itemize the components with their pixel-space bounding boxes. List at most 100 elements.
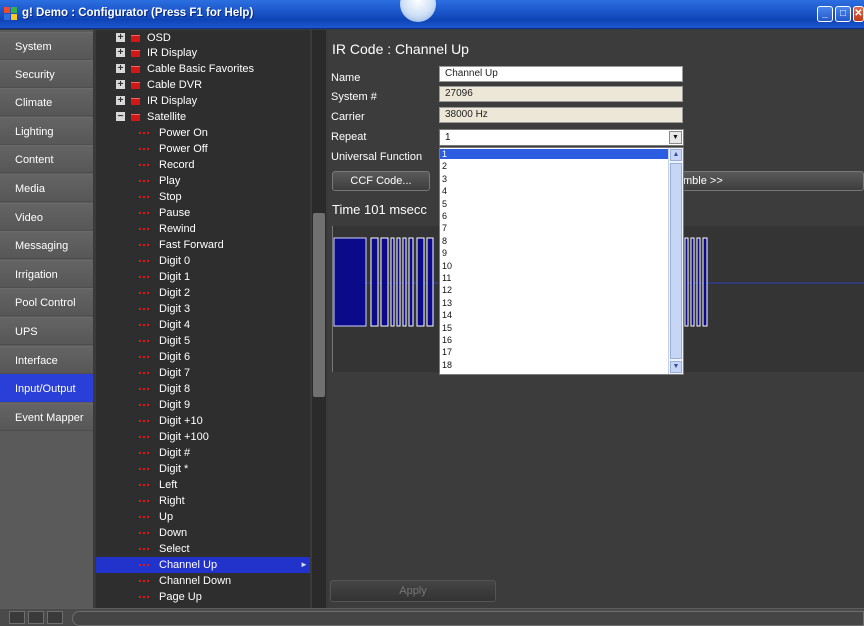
tree-item[interactable]: Power Off xyxy=(96,141,310,157)
tree-item[interactable]: Fast Forward xyxy=(96,237,310,253)
chevron-down-icon[interactable]: ▼ xyxy=(670,361,682,373)
repeat-option[interactable]: 16 xyxy=(440,335,671,345)
tree-item[interactable]: Power On xyxy=(96,125,310,141)
repeat-option[interactable]: 4 xyxy=(440,186,671,196)
chevron-up-icon[interactable]: ▲ xyxy=(670,149,682,161)
repeat-option[interactable]: 12 xyxy=(440,285,671,295)
ir-code-icon xyxy=(139,436,149,438)
tree-folder-satellite[interactable]: − Satellite xyxy=(96,109,310,125)
tree-item[interactable]: Play xyxy=(96,173,310,189)
tree-folder[interactable]: + IR Display xyxy=(96,93,310,109)
expand-icon[interactable]: + xyxy=(116,33,125,43)
tree-item[interactable]: Select xyxy=(96,541,310,557)
tree-folder-label: IR Display xyxy=(147,95,198,107)
repeat-option[interactable]: 10 xyxy=(440,261,671,271)
tree-item[interactable]: Digit # xyxy=(96,445,310,461)
repeat-option[interactable]: 7 xyxy=(440,223,671,233)
nav-item-messaging[interactable]: Messaging xyxy=(0,231,93,259)
nav-item-security[interactable]: Security xyxy=(0,60,93,88)
tree-item[interactable]: Right xyxy=(96,493,310,509)
maximize-button[interactable]: □ xyxy=(835,6,851,22)
status-segment xyxy=(9,611,25,624)
tree-item-selected[interactable]: Channel Up ► xyxy=(96,557,310,573)
tree-item[interactable]: Page Up xyxy=(96,589,310,605)
tree-item[interactable]: Rewind xyxy=(96,221,310,237)
repeat-dropdown-list[interactable]: 1 2 3 4 5 6 7 8 9 10 11 12 13 14 15 16 17 18 ▲ ▼ xyxy=(439,147,684,375)
repeat-option[interactable]: 9 xyxy=(440,248,671,258)
nav-item-media[interactable]: Media xyxy=(0,174,93,202)
expand-arrow-icon: ► xyxy=(300,560,308,569)
expand-icon[interactable]: + xyxy=(116,48,125,58)
expand-icon[interactable]: + xyxy=(116,64,125,74)
tree-item[interactable]: Digit +100 xyxy=(96,429,310,445)
tree-item[interactable]: Digit 0 xyxy=(96,253,310,269)
repeat-option[interactable]: 18 xyxy=(440,360,671,370)
apply-button[interactable]: Apply xyxy=(330,580,496,602)
ir-code-icon xyxy=(139,564,149,566)
tree-item[interactable]: Left xyxy=(96,477,310,493)
repeat-option[interactable]: 8 xyxy=(440,236,671,246)
assemble-button[interactable]: mble >> xyxy=(678,171,864,191)
repeat-option[interactable]: 5 xyxy=(440,199,671,209)
tree-item[interactable]: Digit 8 xyxy=(96,381,310,397)
tree-item[interactable]: Digit 6 xyxy=(96,349,310,365)
tree-item[interactable]: Stop xyxy=(96,189,310,205)
tree-item[interactable]: Up xyxy=(96,509,310,525)
repeat-select[interactable]: 1 ▼ xyxy=(439,129,684,146)
repeat-option[interactable]: 17 xyxy=(440,347,671,357)
repeat-option[interactable]: 13 xyxy=(440,298,671,308)
tree-item[interactable]: Digit 5 xyxy=(96,333,310,349)
expand-icon[interactable]: + xyxy=(116,96,125,106)
tree-folder-label: IR Display xyxy=(147,47,198,59)
tree-folder[interactable]: + Cable Basic Favorites xyxy=(96,61,310,77)
tree-item[interactable]: Digit 7 xyxy=(96,365,310,381)
tree-scroll-thumb[interactable] xyxy=(313,213,325,397)
dropdown-scroll-thumb[interactable] xyxy=(670,163,682,359)
tree-folder[interactable]: + OSD xyxy=(96,30,310,46)
nav-item-climate[interactable]: Climate xyxy=(0,88,93,116)
repeat-option[interactable]: 15 xyxy=(440,323,671,333)
nav-item-video[interactable]: Video xyxy=(0,203,93,231)
tree-item[interactable]: Digit 9 xyxy=(96,397,310,413)
nav-item-event-mapper[interactable]: Event Mapper xyxy=(0,403,93,431)
tree-folder[interactable]: + Cable DVR xyxy=(96,77,310,93)
chevron-down-icon[interactable]: ▼ xyxy=(669,131,682,144)
nav-item-lighting[interactable]: Lighting xyxy=(0,117,93,145)
nav-item-ups[interactable]: UPS xyxy=(0,317,93,345)
tree-item[interactable]: Record xyxy=(96,157,310,173)
repeat-option-selected[interactable]: 1 xyxy=(440,149,671,159)
repeat-option[interactable]: 11 xyxy=(440,273,671,283)
repeat-option[interactable]: 3 xyxy=(440,174,671,184)
nav-item-irrigation[interactable]: Irrigation xyxy=(0,260,93,288)
ir-code-heading: IR Code : Channel Up xyxy=(332,41,469,57)
repeat-option[interactable]: 14 xyxy=(440,310,671,320)
tree-item[interactable]: Digit +10 xyxy=(96,413,310,429)
name-field[interactable]: Channel Up xyxy=(439,66,683,82)
close-button[interactable]: ✕ xyxy=(853,6,864,22)
tree-item-label: Pause xyxy=(159,207,191,219)
minimize-button[interactable]: _ xyxy=(817,6,833,22)
ccf-code-button[interactable]: CCF Code... xyxy=(332,171,430,191)
tree-item[interactable]: Down xyxy=(96,525,310,541)
tree-item[interactable]: Digit 1 xyxy=(96,269,310,285)
nav-item-content[interactable]: Content xyxy=(0,145,93,173)
tree-item[interactable]: Digit 4 xyxy=(96,317,310,333)
nav-item-interface[interactable]: Interface xyxy=(0,346,93,374)
nav-item-system[interactable]: System xyxy=(0,32,93,60)
tree-item[interactable]: Digit * xyxy=(96,461,310,477)
dropdown-scrollbar[interactable]: ▲ ▼ xyxy=(668,148,683,374)
tree-item[interactable]: Pause xyxy=(96,205,310,221)
tree-item[interactable]: Channel Down xyxy=(96,573,310,589)
tree-item[interactable]: Digit 2 xyxy=(96,285,310,301)
collapse-icon[interactable]: − xyxy=(116,112,125,122)
tree-folder-label: Cable DVR xyxy=(147,79,203,91)
tree-folder[interactable]: + IR Display xyxy=(96,45,310,61)
expand-icon[interactable]: + xyxy=(116,80,125,90)
repeat-option[interactable]: 6 xyxy=(440,211,671,221)
tree-item[interactable]: Digit 3 xyxy=(96,301,310,317)
close-icon: ✕ xyxy=(854,8,863,19)
repeat-option[interactable]: 2 xyxy=(440,161,671,171)
nav-item-pool-control[interactable]: Pool Control xyxy=(0,288,93,316)
nav-item-input-output[interactable]: Input/Output xyxy=(0,374,93,402)
tree-scrollbar[interactable] xyxy=(312,30,326,608)
